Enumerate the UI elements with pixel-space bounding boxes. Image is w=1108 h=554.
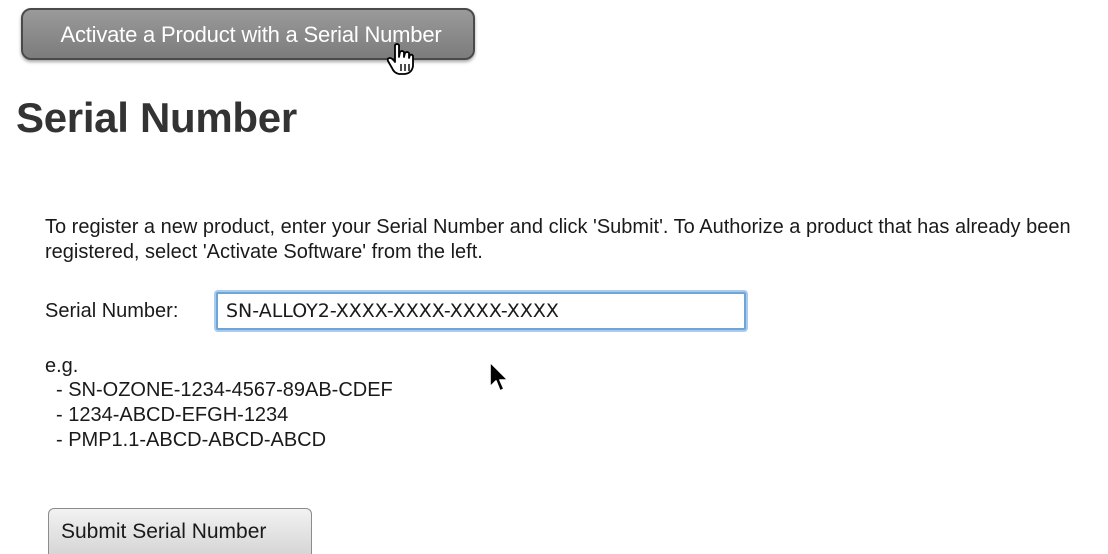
serial-number-input[interactable] bbox=[216, 292, 746, 330]
submit-serial-number-button[interactable]: Submit Serial Number bbox=[48, 508, 312, 554]
page-title: Serial Number bbox=[16, 94, 297, 141]
serial-number-label: Serial Number: bbox=[45, 300, 179, 322]
page: Activate a Product with a Serial Number … bbox=[0, 0, 1108, 554]
example-item: - 1234-ABCD-EFGH-1234 bbox=[56, 404, 289, 426]
example-item: - SN-OZONE-1234-4567-89AB-CDEF bbox=[56, 379, 393, 401]
example-list: - SN-OZONE-1234-4567-89AB-CDEF - 1234-AB… bbox=[56, 378, 393, 453]
examples-label: e.g. bbox=[45, 355, 79, 377]
example-item: - PMP1.1-ABCD-ABCD-ABCD bbox=[56, 429, 327, 451]
arrow-cursor-icon bbox=[489, 361, 509, 392]
activate-product-button[interactable]: Activate a Product with a Serial Number bbox=[21, 8, 475, 60]
intro-text: To register a new product, enter your Se… bbox=[45, 216, 1071, 263]
